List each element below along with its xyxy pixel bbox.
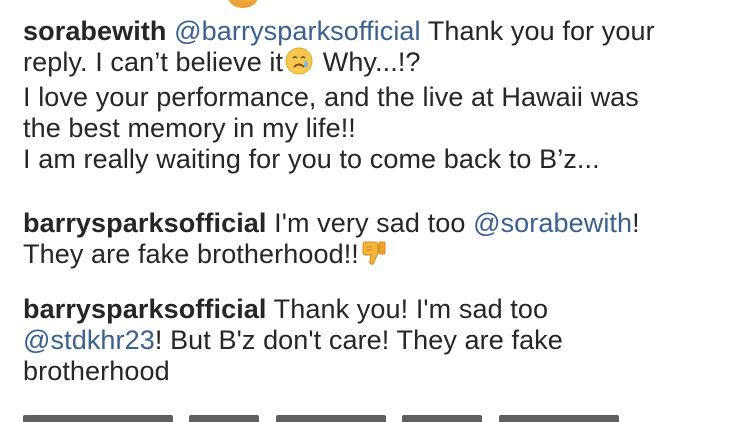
comment-line: They are fake brotherhood!! xyxy=(23,239,723,274)
comment-line: barrysparksofficial Thank you! I'm sad t… xyxy=(23,294,723,325)
comment-line: reply. I can’t believe it Why...!? xyxy=(23,47,723,82)
comment-mention[interactable]: @stdkhr23 xyxy=(23,325,155,355)
avatar[interactable] xyxy=(228,0,258,8)
comment-text: reply. I can’t believe it xyxy=(23,47,284,77)
comment-text: Why...!? xyxy=(322,47,421,77)
comment-item: barrysparksofficial I'm very sad too @so… xyxy=(23,208,723,274)
comment-line: the best memory in my life!! xyxy=(23,113,356,143)
comment-text: I'm very sad too xyxy=(274,208,466,238)
comment-text: They are fake brotherhood!! xyxy=(23,239,359,269)
comment-text: Thank you for your xyxy=(427,16,655,46)
comment-text: ! xyxy=(632,208,640,238)
comment-text: ! But B'z don't care! They are fake xyxy=(154,325,563,355)
thumbs-down-icon xyxy=(361,239,387,274)
next-comment-fragment xyxy=(23,414,723,422)
comment-line: sorabewith @barrysparksofficial Thank yo… xyxy=(23,16,723,47)
comment-username[interactable]: barrysparksofficial xyxy=(23,208,267,238)
comment-line: I love your performance, and the live at… xyxy=(23,82,639,112)
comment-line: barrysparksofficial I'm very sad too @so… xyxy=(23,208,723,239)
comment-line: brotherhood xyxy=(23,356,170,386)
crying-face-icon xyxy=(285,47,313,82)
comment-text: Thank you! I'm sad too xyxy=(273,294,549,324)
comment-mention[interactable]: @sorabewith xyxy=(473,208,632,238)
comment-username[interactable]: barrysparksofficial xyxy=(23,294,267,324)
comment-mention[interactable]: @barrysparksofficial xyxy=(174,16,421,46)
comment-username[interactable]: sorabewith xyxy=(23,16,167,46)
comment-item: barrysparksofficial Thank you! I'm sad t… xyxy=(23,294,723,387)
comment-line: I am really waiting for you to come back… xyxy=(23,144,600,174)
comment-line: @stdkhr23! But B'z don't care! They are … xyxy=(23,325,723,356)
comment-item: sorabewith @barrysparksofficial Thank yo… xyxy=(23,16,723,175)
